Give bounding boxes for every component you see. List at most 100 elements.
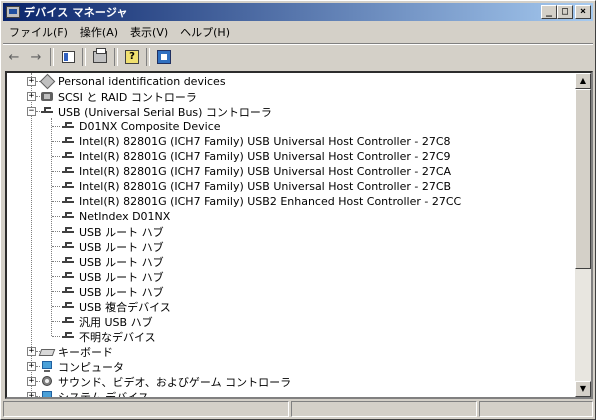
tree-device[interactable]: 不明なデバイス: [61, 329, 156, 344]
menu-help[interactable]: ヘルプ(H): [174, 24, 236, 42]
usb-icon: [40, 105, 54, 118]
back-button[interactable]: ←: [3, 47, 25, 67]
title-bar[interactable]: デバイス マネージャ _ □ ×: [3, 3, 593, 21]
close-button[interactable]: ×: [575, 5, 591, 19]
tree-device[interactable]: USB 複合デバイス: [61, 299, 171, 314]
toolbar-separator: [146, 48, 150, 66]
usb-icon: [61, 195, 75, 208]
scrollbar-thumb[interactable]: [575, 89, 591, 269]
print-icon: [93, 48, 107, 63]
tree-node-label: USB ルート ハブ: [79, 270, 164, 284]
tree-node-label: USB ルート ハブ: [79, 255, 164, 269]
tree-device[interactable]: Intel(R) 82801G (ICH7 Family) USB Univer…: [61, 134, 451, 149]
print-button[interactable]: [89, 47, 111, 67]
status-bar: [3, 401, 593, 419]
expand-toggle[interactable]: +: [27, 347, 36, 356]
tree-node-label: サウンド、ビデオ、およびゲーム コントローラ: [58, 375, 292, 389]
computer-icon: [40, 360, 54, 373]
tree-node-label: D01NX Composite Device: [79, 120, 221, 133]
minimize-button[interactable]: _: [541, 5, 557, 19]
scroll-up-button[interactable]: ▲: [575, 73, 591, 89]
tree-line: [52, 321, 60, 322]
tree-category[interactable]: + キーボード: [27, 344, 113, 359]
tree-node-label: 汎用 USB ハブ: [79, 315, 153, 329]
tree-node-label: Personal identification devices: [58, 75, 226, 88]
expand-toggle[interactable]: +: [27, 77, 36, 86]
diamond-icon: [40, 75, 54, 88]
scan-hardware-icon: [157, 50, 171, 64]
back-arrow-icon: ←: [8, 49, 20, 65]
tree-line: [52, 216, 60, 217]
toolbar-separator: [114, 48, 118, 66]
tree-line: [52, 306, 60, 307]
tree-node-label: 不明なデバイス: [79, 330, 156, 344]
properties-button[interactable]: [57, 47, 79, 67]
usb-icon: [61, 165, 75, 178]
maximize-button[interactable]: □: [557, 5, 573, 19]
usb-icon: [61, 150, 75, 163]
tree-node-label: コンピュータ: [58, 360, 124, 374]
status-pane-main: [3, 401, 289, 417]
expand-toggle[interactable]: +: [27, 362, 36, 371]
tree-device[interactable]: USB ルート ハブ: [61, 269, 164, 284]
tree-node-label: USB (Universal Serial Bus) コントローラ: [58, 105, 272, 119]
menu-view[interactable]: 表示(V): [124, 24, 174, 42]
vertical-scrollbar[interactable]: ▲ ▼: [575, 73, 591, 397]
tree-category[interactable]: + SCSI と RAID コントローラ: [27, 89, 197, 104]
tree-category[interactable]: + システム デバイス: [27, 389, 149, 397]
tree-node-label: Intel(R) 82801G (ICH7 Family) USB Univer…: [79, 165, 452, 178]
usb-icon: [61, 330, 75, 343]
tree-device[interactable]: Intel(R) 82801G (ICH7 Family) USB Univer…: [61, 164, 451, 179]
usb-icon: [61, 255, 75, 268]
tree-line: [52, 336, 60, 337]
tree-node-label: USB ルート ハブ: [79, 285, 164, 299]
device-tree-pane: + Personal identification devices + SCSI と …: [5, 71, 593, 399]
tree-device[interactable]: USB ルート ハブ: [61, 284, 164, 299]
expand-toggle[interactable]: +: [27, 377, 36, 386]
collapse-toggle[interactable]: −: [27, 107, 36, 116]
tree-device[interactable]: NetIndex D01NX: [61, 209, 170, 224]
tree-line: [52, 231, 60, 232]
menu-action[interactable]: 操作(A): [74, 24, 124, 42]
device-tree: + Personal identification devices + SCSI と …: [7, 73, 577, 397]
tree-device[interactable]: Intel(R) 82801G (ICH7 Family) USB Univer…: [61, 149, 451, 164]
help-button[interactable]: ?: [121, 47, 143, 67]
usb-icon: [61, 240, 75, 253]
tree-device[interactable]: Intel(R) 82801G (ICH7 Family) USB Univer…: [61, 179, 451, 194]
tree-category[interactable]: + サウンド、ビデオ、およびゲーム コントローラ: [27, 374, 291, 389]
scsi-icon: [40, 90, 54, 103]
tree-device[interactable]: D01NX Composite Device: [61, 119, 221, 134]
tree-node-label: Intel(R) 82801G (ICH7 Family) USB2 Enhan…: [79, 195, 462, 208]
scroll-down-button[interactable]: ▼: [575, 381, 591, 397]
tree-line: [52, 171, 60, 172]
tree-device[interactable]: USB ルート ハブ: [61, 239, 164, 254]
tree-line: [52, 276, 60, 277]
computer-icon: [40, 390, 54, 397]
tree-line: [52, 156, 60, 157]
tree-node-label: NetIndex D01NX: [79, 210, 171, 223]
tree-category[interactable]: + Personal identification devices: [27, 74, 226, 89]
status-pane-3: [479, 401, 593, 417]
scan-hardware-button[interactable]: [153, 47, 175, 67]
properties-icon: [61, 51, 75, 63]
tree-device[interactable]: Intel(R) 82801G (ICH7 Family) USB2 Enhan…: [61, 194, 461, 209]
forward-arrow-icon: →: [30, 49, 42, 65]
tree-category[interactable]: − USB (Universal Serial Bus) コントローラ: [27, 104, 272, 119]
forward-button[interactable]: →: [25, 47, 47, 67]
tree-node-label: システム デバイス: [58, 390, 149, 398]
tree-device[interactable]: 汎用 USB ハブ: [61, 314, 153, 329]
tree-node-label: キーボード: [58, 345, 113, 359]
device-manager-icon: [6, 6, 20, 18]
usb-icon: [61, 285, 75, 298]
expand-toggle[interactable]: +: [27, 92, 36, 101]
menu-file[interactable]: ファイル(F): [3, 24, 74, 42]
expand-toggle[interactable]: +: [27, 392, 36, 397]
device-manager-window: デバイス マネージャ _ □ × ファイル(F) 操作(A) 表示(V) ヘルプ…: [0, 0, 596, 420]
usb-icon: [61, 225, 75, 238]
tree-category[interactable]: + コンピュータ: [27, 359, 124, 374]
tree-device[interactable]: USB ルート ハブ: [61, 254, 164, 269]
usb-icon: [61, 315, 75, 328]
sound-icon: [40, 375, 54, 388]
tree-node-label: Intel(R) 82801G (ICH7 Family) USB Univer…: [79, 135, 451, 148]
tree-device[interactable]: USB ルート ハブ: [61, 224, 164, 239]
